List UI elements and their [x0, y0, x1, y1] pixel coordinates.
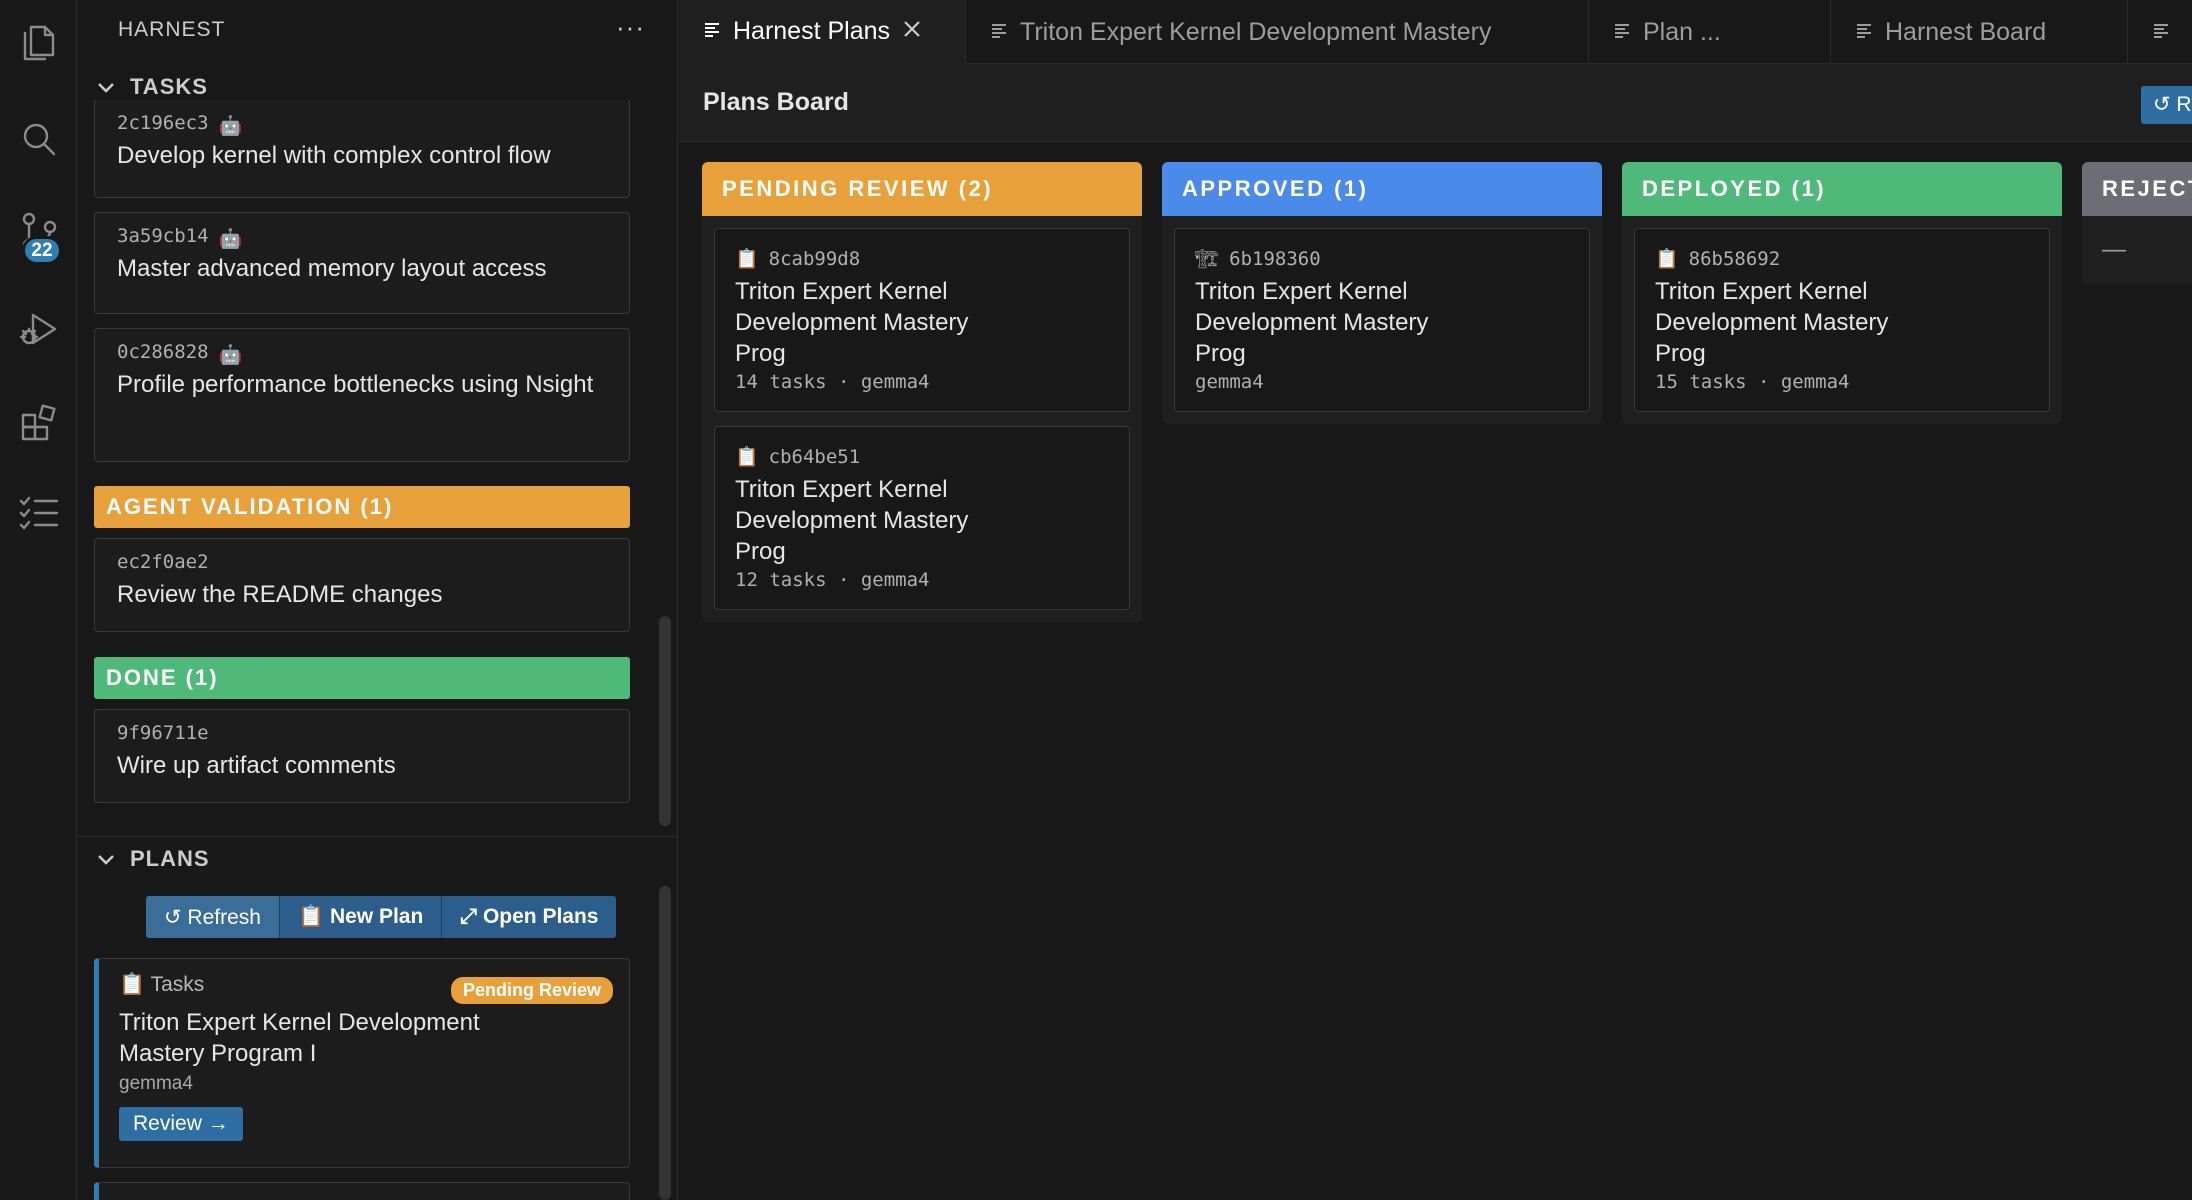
- plan-model: gemma4: [119, 1073, 193, 1094]
- chevron-down-icon: [86, 849, 126, 869]
- plan-meta: 12 tasks · gemma4: [735, 569, 930, 591]
- clipboard-icon: 📋: [1655, 248, 1679, 270]
- column-header: REJECT: [2082, 162, 2192, 216]
- task-card[interactable]: ec2f0ae2 Review the README changes: [94, 538, 630, 632]
- plan-meta: 15 tasks · gemma4: [1655, 371, 1850, 393]
- column-header: PENDING REVIEW (2): [702, 162, 1142, 216]
- tab-bar: Harnest Plans Triton Expert Kernel Devel…: [679, 0, 2192, 64]
- column-deployed: DEPLOYED (1) 📋 86b58692 Triton Expert Ker…: [1622, 162, 2062, 424]
- task-id: 3a59cb14 🤖: [117, 225, 243, 250]
- column-rejected: REJECT —: [2082, 162, 2192, 284]
- plan-id: 📋 86b58692: [1655, 247, 1781, 271]
- new-plan-button[interactable]: 📋 New Plan: [279, 896, 443, 938]
- plan-meta: 14 tasks · gemma4: [735, 371, 930, 393]
- robot-icon: 🤖: [218, 115, 243, 137]
- tab-label: Harnest Plans: [733, 16, 891, 45]
- plans-toolbar: ↺ Refresh 📋 New Plan ⤢ Open Plans: [146, 896, 617, 938]
- board-body: PENDING REVIEW (2) 📋 8cab99d8 Triton Expe…: [679, 143, 2192, 1200]
- more-actions-icon[interactable]: ···: [616, 12, 645, 43]
- page-title: Plans Board: [703, 88, 849, 116]
- plan-card[interactable]: [94, 1182, 630, 1200]
- extensions-icon[interactable]: [0, 388, 77, 458]
- tasks-section-label: TASKS: [130, 74, 208, 99]
- plan-title: Triton Expert Kernel Development Mastery…: [735, 476, 969, 565]
- construction-icon: 🏗: [1195, 248, 1220, 270]
- plan-id: 📋 cb64be51: [735, 445, 861, 469]
- column-approved: APPROVED (1) 🏗 6b198360 Triton Expert Ker…: [1162, 162, 1602, 424]
- tab-harnest-plans[interactable]: Harnest Plans: [679, 0, 966, 64]
- plan-card[interactable]: 📋 86b58692 Triton Expert Kernel Developme…: [1634, 228, 2050, 412]
- plan-id: 📋 8cab99d8: [735, 247, 861, 271]
- search-icon[interactable]: [0, 104, 77, 174]
- task-card[interactable]: 9f96711e Wire up artifact comments: [94, 709, 630, 803]
- task-card[interactable]: 0c286828 🤖 Profile performance bottleneck…: [94, 328, 630, 462]
- plan-card[interactable]: 📋 Tasks Pending Review Triton Expert Ker…: [94, 958, 630, 1168]
- tasks-scrollbar[interactable]: [659, 616, 671, 826]
- sidebar-title: HARNEST: [118, 18, 226, 41]
- tab-label: Triton Expert Kernel Development Mastery: [1020, 17, 1492, 46]
- clipboard-icon: 📋: [735, 248, 759, 270]
- task-title: Wire up artifact comments: [117, 752, 396, 779]
- plans-section-label: PLANS: [130, 846, 210, 871]
- task-title: Review the README changes: [117, 581, 443, 608]
- task-id: 0c286828 🤖: [117, 341, 243, 366]
- editor: Harnest Plans Triton Expert Kernel Devel…: [679, 0, 2192, 1200]
- robot-icon: 🤖: [218, 344, 243, 366]
- tab-label: Plan ...: [1643, 17, 1721, 46]
- empty-placeholder: —: [2102, 236, 2126, 263]
- column-header: DEPLOYED (1): [1622, 162, 2062, 216]
- preview-icon: [703, 17, 721, 46]
- plan-title: Triton Expert Kernel Development Mastery…: [119, 1009, 480, 1067]
- refresh-button[interactable]: ↺ Refresh: [146, 896, 280, 938]
- preview-icon: [1855, 18, 1873, 47]
- task-id: 2c196ec3 🤖: [117, 112, 243, 137]
- source-control-badge: 22: [22, 236, 62, 265]
- plan-title: Triton Expert Kernel Development Mastery…: [735, 278, 969, 367]
- checklist-icon[interactable]: [0, 478, 77, 548]
- plan-card[interactable]: 📋 8cab99d8 Triton Expert Kernel Developme…: [714, 228, 1130, 412]
- plan-title: Triton Expert Kernel Development Mastery…: [1195, 278, 1429, 367]
- column-pending-review: PENDING REVIEW (2) 📋 8cab99d8 Triton Expe…: [702, 162, 1142, 622]
- preview-icon: [1613, 18, 1631, 47]
- files-icon[interactable]: [0, 8, 77, 78]
- task-card[interactable]: 2c196ec3 🤖 Develop kernel with complex co…: [94, 100, 630, 198]
- task-id: 9f96711e: [117, 722, 209, 744]
- section-divider: [78, 836, 677, 837]
- robot-icon: 🤖: [218, 228, 243, 250]
- tab-triton-expert[interactable]: Triton Expert Kernel Development Mastery: [966, 0, 1589, 64]
- plan-title: Triton Expert Kernel Development Mastery…: [1655, 278, 1889, 367]
- plans-section-header[interactable]: PLANS: [78, 838, 677, 880]
- plan-meta: gemma4: [1195, 371, 1264, 393]
- plans-scrollbar[interactable]: [659, 886, 671, 1200]
- chevron-down-icon: [86, 77, 126, 97]
- activity-bar: 22: [0, 0, 77, 1200]
- preview-icon: [990, 18, 1008, 47]
- task-title: Profile performance bottlenecks using Ns…: [117, 371, 594, 398]
- clipboard-icon: 📋: [735, 446, 759, 468]
- sidebar: HARNEST ··· TASKS 2c196ec3 🤖 Develop kern…: [78, 0, 678, 1200]
- preview-icon: [2152, 18, 2170, 47]
- status-badge: Pending Review: [450, 977, 613, 1004]
- plan-card[interactable]: 📋 cb64be51 Triton Expert Kernel Developme…: [714, 426, 1130, 610]
- task-title: Master advanced memory layout access: [117, 255, 547, 282]
- group-done[interactable]: DONE (1): [94, 657, 630, 699]
- board-header: Plans Board ↺ R: [679, 64, 2192, 142]
- tab-plan[interactable]: Plan ...: [1589, 0, 1831, 64]
- plan-id: 🏗 6b198360: [1195, 247, 1321, 271]
- review-button[interactable]: Review →: [119, 1107, 243, 1141]
- tab-overflow[interactable]: [2128, 0, 2192, 64]
- task-title: Develop kernel with complex control flow: [117, 142, 551, 169]
- open-plans-button[interactable]: ⤢ Open Plans: [442, 896, 617, 938]
- column-header: APPROVED (1): [1162, 162, 1602, 216]
- task-id: ec2f0ae2: [117, 551, 209, 573]
- tab-harnest-board[interactable]: Harnest Board: [1831, 0, 2128, 64]
- board-refresh-button[interactable]: ↺ R: [2141, 86, 2192, 124]
- task-card[interactable]: 3a59cb14 🤖 Master advanced memory layout …: [94, 212, 630, 314]
- close-icon[interactable]: [902, 17, 922, 46]
- plan-card[interactable]: 🏗 6b198360 Triton Expert Kernel Developme…: [1174, 228, 1590, 412]
- group-agent-validation[interactable]: AGENT VALIDATION (1): [94, 486, 630, 528]
- run-debug-icon[interactable]: [0, 294, 77, 364]
- tab-label: Harnest Board: [1885, 17, 2047, 46]
